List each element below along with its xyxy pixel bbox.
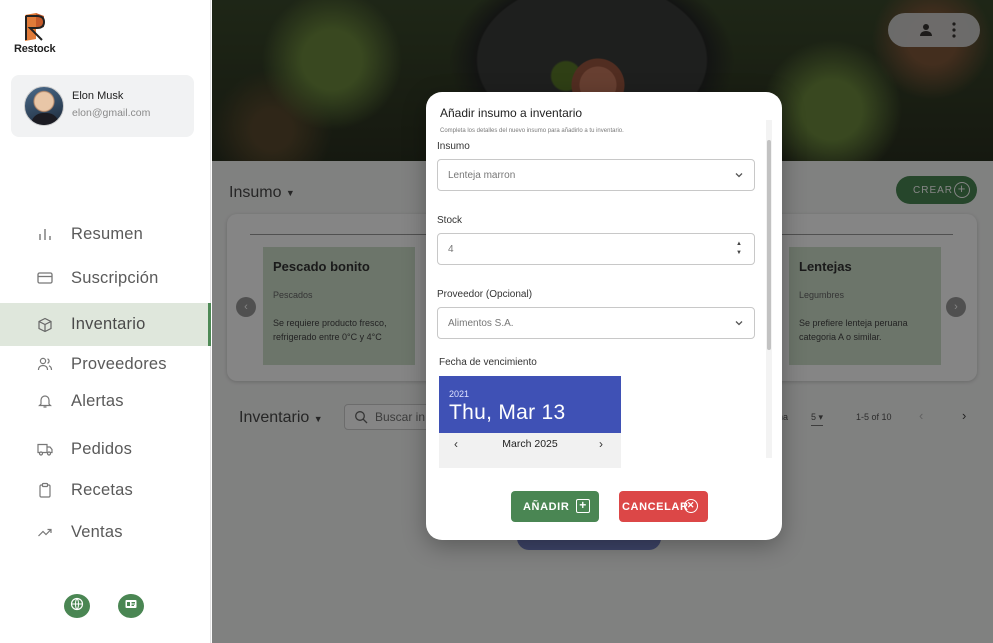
clipboard-icon bbox=[37, 482, 53, 498]
scrollbar-thumb[interactable] bbox=[767, 140, 771, 350]
sidebar-item-label: Suscripción bbox=[71, 268, 159, 287]
box-icon bbox=[37, 317, 53, 333]
add-insumo-dialog: Añadir insumo a inventario Completa los … bbox=[426, 92, 782, 540]
insumo-label: Insumo bbox=[437, 141, 470, 152]
users-icon bbox=[37, 356, 53, 372]
sidebar-item-label: Pedidos bbox=[71, 439, 133, 458]
add-label: AÑADIR bbox=[523, 500, 570, 513]
sidebar-item-inventario[interactable]: Inventario bbox=[0, 303, 211, 346]
restock-logo-icon bbox=[25, 13, 46, 41]
sidebar: Restock Elon Musk elon@gmail.com Resumen… bbox=[0, 0, 211, 643]
avatar bbox=[24, 86, 64, 126]
chevron-down-icon bbox=[733, 168, 745, 180]
picker-month: March 2025 bbox=[502, 438, 558, 450]
next-month-button[interactable]: › bbox=[599, 437, 603, 451]
truck-icon bbox=[37, 441, 53, 457]
theme-button[interactable] bbox=[118, 594, 144, 618]
sidebar-item-label: Inventario bbox=[71, 315, 146, 333]
stock-label: Stock bbox=[437, 215, 463, 226]
proveedor-label: Proveedor (Opcional) bbox=[437, 289, 533, 300]
dialog-scrollbar[interactable] bbox=[763, 120, 775, 458]
globe-icon bbox=[70, 597, 84, 616]
sidebar-item-pedidos[interactable]: Pedidos bbox=[0, 429, 211, 469]
cancel-label: CANCELAR bbox=[622, 500, 689, 513]
chevron-down-icon bbox=[733, 316, 745, 328]
dialog-title: Añadir insumo a inventario bbox=[440, 106, 583, 120]
add-button[interactable]: AÑADIR + bbox=[511, 491, 599, 522]
fecha-label: Fecha de vencimiento bbox=[439, 357, 537, 368]
stock-value: 4 bbox=[448, 244, 454, 255]
sidebar-item-label: Alertas bbox=[71, 391, 124, 410]
trending-up-icon bbox=[37, 524, 53, 540]
sidebar-item-alertas[interactable]: Alertas bbox=[0, 381, 211, 421]
sidebar-item-label: Proveedores bbox=[71, 354, 167, 373]
user-name: Elon Musk bbox=[72, 90, 124, 102]
sidebar-item-ventas[interactable]: Ventas bbox=[0, 512, 211, 552]
stock-input[interactable]: 4 ▲ ▼ bbox=[437, 233, 755, 265]
sidebar-item-proveedores[interactable]: Proveedores bbox=[0, 344, 211, 384]
picker-selected-date: Thu, Mar 13 bbox=[449, 401, 566, 424]
bell-icon bbox=[37, 393, 53, 409]
number-stepper-icon[interactable]: ▲ ▼ bbox=[736, 240, 742, 258]
picker-year[interactable]: 2021 bbox=[449, 389, 469, 399]
dialog-subtitle: Completa los detalles del nuevo insumo p… bbox=[440, 128, 624, 134]
app-logo[interactable]: Restock bbox=[14, 12, 64, 55]
sidebar-item-recetas[interactable]: Recetas bbox=[0, 470, 211, 510]
month-nav: ‹ March 2025 › bbox=[439, 433, 621, 455]
id-card-icon bbox=[124, 597, 138, 616]
credit-card-icon bbox=[37, 270, 53, 286]
sidebar-item-label: Ventas bbox=[71, 522, 123, 541]
date-picker[interactable]: 2021 Thu, Mar 13 ‹ March 2025 › bbox=[439, 376, 621, 468]
cancel-button[interactable]: CANCELAR ✕ bbox=[619, 491, 708, 522]
insumo-value: Lenteja marron bbox=[448, 170, 516, 181]
proveedor-value: Alimentos S.A. bbox=[448, 318, 514, 329]
language-button[interactable] bbox=[64, 594, 90, 618]
app-name: Restock bbox=[14, 43, 56, 55]
close-circle-icon: ✕ bbox=[684, 499, 698, 513]
plus-square-icon: + bbox=[576, 499, 590, 513]
user-card[interactable]: Elon Musk elon@gmail.com bbox=[11, 75, 194, 137]
sidebar-item-suscripcion[interactable]: Suscripción bbox=[0, 258, 211, 298]
bar-chart-icon bbox=[37, 226, 53, 242]
sidebar-item-label: Recetas bbox=[71, 480, 133, 499]
date-picker-header: 2021 Thu, Mar 13 bbox=[439, 376, 621, 433]
user-email: elon@gmail.com bbox=[72, 107, 151, 119]
proveedor-select[interactable]: Alimentos S.A. bbox=[437, 307, 755, 339]
insumo-select[interactable]: Lenteja marron bbox=[437, 159, 755, 191]
sidebar-item-label: Resumen bbox=[71, 224, 144, 243]
sidebar-item-resumen[interactable]: Resumen bbox=[0, 214, 211, 254]
